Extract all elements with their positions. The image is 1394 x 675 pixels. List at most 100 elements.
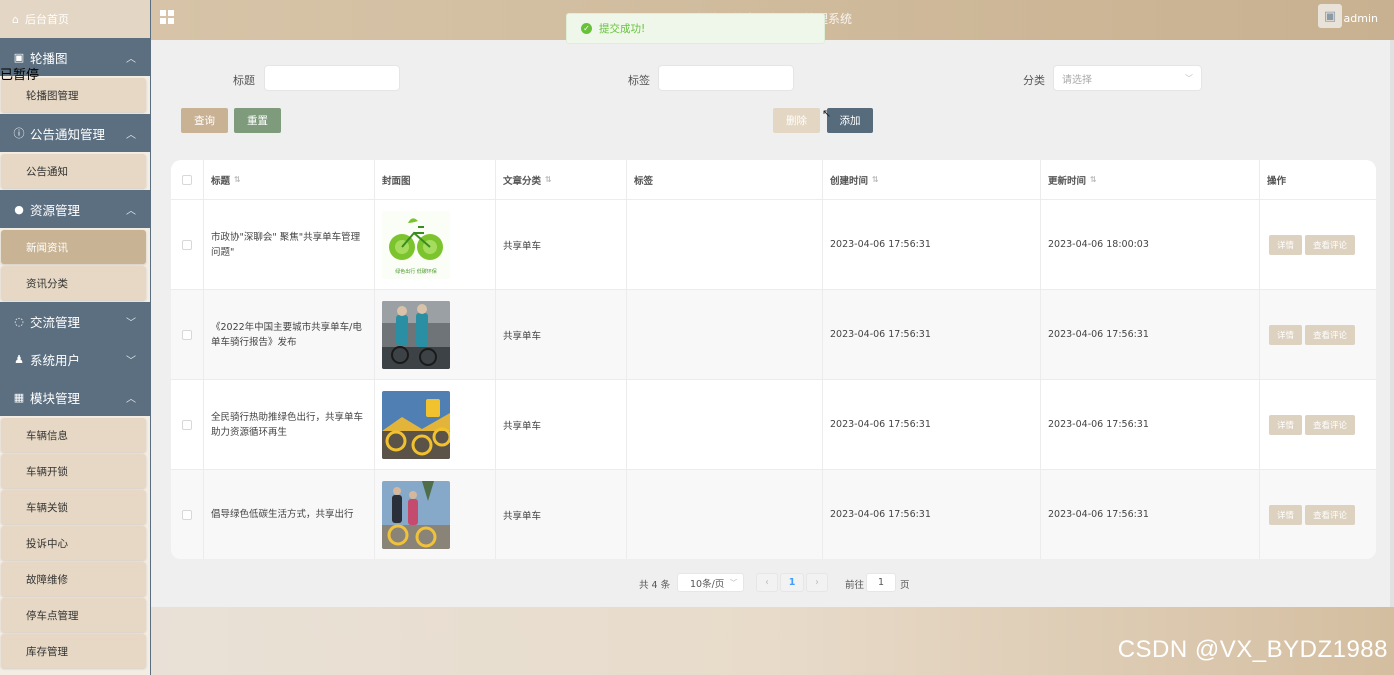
sidebar-item-label: 车辆开锁: [26, 465, 68, 478]
select-all-checkbox[interactable]: [182, 174, 192, 185]
header-created[interactable]: 创建时间 ⇅: [823, 160, 1041, 199]
menu-grid-icon[interactable]: [160, 10, 174, 24]
mouse-cursor-icon: ↖: [822, 107, 832, 120]
detail-button[interactable]: 详情: [1269, 324, 1303, 345]
check-icon: ✓: [581, 23, 592, 34]
sidebar-item-complaint[interactable]: 投诉中心: [1, 526, 146, 560]
sidebar-item-repair[interactable]: 故障维修: [1, 562, 146, 596]
row-title: 全民骑行热助推绿色出行，共享单车助力资源循环再生: [204, 380, 375, 469]
sidebar-item-parking[interactable]: 停车点管理: [1, 598, 146, 632]
sidebar-item-carousel-manage[interactable]: 轮播图管理: [1, 78, 146, 112]
user-icon: ♟: [14, 352, 24, 366]
header-category[interactable]: 文章分类 ⇅: [496, 160, 627, 199]
sidebar-group-exchange[interactable]: ◌ 交流管理 ﹀: [0, 302, 150, 340]
row-tag: [627, 200, 823, 289]
header-title[interactable]: 标题 ⇅: [204, 160, 375, 199]
cover-image: [382, 480, 450, 549]
next-page-button[interactable]: ›: [806, 573, 828, 592]
image-icon: ▣: [13, 50, 25, 64]
username[interactable]: admin: [1344, 12, 1378, 25]
cover-image: [382, 390, 450, 459]
tag-input[interactable]: [658, 65, 794, 91]
row-checkbox[interactable]: [182, 329, 192, 340]
row-checkbox[interactable]: [182, 419, 192, 430]
page-size-select[interactable]: 10条/页 ﹀: [677, 573, 744, 592]
sidebar-group-module[interactable]: ▦ 模块管理 ︿: [0, 378, 150, 416]
sidebar-item-news-category[interactable]: 资讯分类: [1, 266, 146, 300]
sort-icon[interactable]: ⇅: [872, 175, 879, 184]
location-icon: ●: [14, 202, 24, 216]
category-placeholder: 请选择: [1062, 74, 1092, 86]
detail-button[interactable]: 详情: [1269, 414, 1303, 435]
avatar[interactable]: ▣: [1318, 4, 1342, 28]
detail-button[interactable]: 详情: [1269, 504, 1303, 525]
sidebar-item-notice[interactable]: 公告通知: [1, 154, 146, 188]
goto-page-input[interactable]: 1: [866, 573, 896, 592]
goto-prefix: 前往: [845, 580, 865, 591]
sidebar-home[interactable]: ⌂ 后台首页: [0, 0, 150, 38]
chevron-up-icon: ︿: [126, 205, 136, 217]
row-tag: [627, 290, 823, 379]
sidebar-item-unlock[interactable]: 车辆开锁: [1, 454, 146, 488]
sidebar-item-label: 轮播图管理: [26, 89, 79, 102]
paused-overlay-text: 已暂停: [0, 68, 40, 83]
add-button[interactable]: 添加: [827, 108, 873, 133]
sidebar: ⌂ 后台首页 ▣ 轮播图 ︿ 轮播图管理 ⓘ 公告通知管理 ︿ 公告通知 ● 资…: [0, 0, 151, 675]
success-toast: ✓ 提交成功!: [566, 13, 825, 44]
sidebar-group-label: 系统用户: [30, 352, 81, 368]
table-header: 标题 ⇅ 封面图 文章分类 ⇅ 标签 创建时间 ⇅ 更新时间 ⇅ 操作: [171, 160, 1376, 200]
header-tag: 标签: [627, 160, 823, 199]
row-select-cell: [171, 470, 204, 559]
row-cover: [375, 380, 496, 469]
page-number-current[interactable]: 1: [780, 573, 804, 592]
view-comment-button[interactable]: 查看评论: [1305, 504, 1356, 525]
chevron-left-icon: ‹: [765, 577, 769, 588]
view-comment-button[interactable]: 查看评论: [1305, 324, 1356, 345]
row-checkbox[interactable]: [182, 239, 192, 250]
sidebar-item-lock[interactable]: 车辆关锁: [1, 490, 146, 524]
row-checkbox[interactable]: [182, 509, 192, 520]
row-tag: [627, 380, 823, 469]
category-select[interactable]: 请选择 ﹀: [1053, 65, 1202, 91]
row-select-cell: [171, 380, 204, 469]
sidebar-item-label: 资讯分类: [26, 277, 68, 290]
query-button[interactable]: 查询: [181, 108, 228, 133]
row-updated: 2023-04-06 17:56:31: [1041, 470, 1260, 559]
sort-icon[interactable]: ⇅: [545, 175, 552, 184]
sidebar-group-resource[interactable]: ● 资源管理 ︿: [0, 190, 150, 228]
reset-button[interactable]: 重置: [234, 108, 281, 133]
sidebar-item-inventory[interactable]: 库存管理: [1, 634, 146, 668]
view-comment-button[interactable]: 查看评论: [1305, 234, 1356, 255]
header-updated[interactable]: 更新时间 ⇅: [1041, 160, 1260, 199]
sidebar-item-vehicle-info[interactable]: 车辆信息: [1, 418, 146, 452]
row-title: 《2022年中国主要城市共享单车/电单车骑行报告》发布: [204, 290, 375, 379]
sidebar-item-label: 公告通知: [26, 165, 68, 178]
chevron-down-icon: ﹀: [126, 355, 136, 367]
goto-suffix: 页: [900, 580, 910, 591]
sort-icon[interactable]: ⇅: [1090, 175, 1097, 184]
scrollbar[interactable]: [1390, 40, 1394, 607]
sort-icon[interactable]: ⇅: [234, 175, 241, 184]
row-actions: 详情 查看评论: [1260, 380, 1376, 469]
row-category: 共享单车: [496, 200, 627, 289]
view-comment-button[interactable]: 查看评论: [1305, 414, 1356, 435]
row-title: 倡导绿色低碳生活方式，共享出行: [204, 470, 375, 559]
chevron-right-icon: ›: [815, 577, 819, 588]
sidebar-group-system-user[interactable]: ♟ 系统用户 ﹀: [0, 340, 150, 378]
sidebar-item-news[interactable]: 新闻资讯: [1, 230, 146, 264]
chevron-down-icon: ﹀: [1185, 73, 1193, 83]
cover-caption: 绿色出行 低碳环保: [395, 268, 437, 275]
prev-page-button[interactable]: ‹: [756, 573, 778, 592]
row-select-cell: [171, 200, 204, 289]
row-category: 共享单车: [496, 290, 627, 379]
sidebar-item-label: 库存管理: [26, 645, 68, 658]
delete-button[interactable]: 删除: [773, 108, 820, 133]
title-input[interactable]: [264, 65, 400, 91]
row-category: 共享单车: [496, 380, 627, 469]
sidebar-item-label: 车辆信息: [26, 429, 68, 442]
page-size-label: 10条/页: [690, 578, 725, 590]
sidebar-group-label: 模块管理: [30, 390, 81, 406]
sidebar-group-notice[interactable]: ⓘ 公告通知管理 ︿: [0, 114, 150, 152]
detail-button[interactable]: 详情: [1269, 234, 1303, 255]
header-label: 文章分类: [503, 175, 542, 187]
